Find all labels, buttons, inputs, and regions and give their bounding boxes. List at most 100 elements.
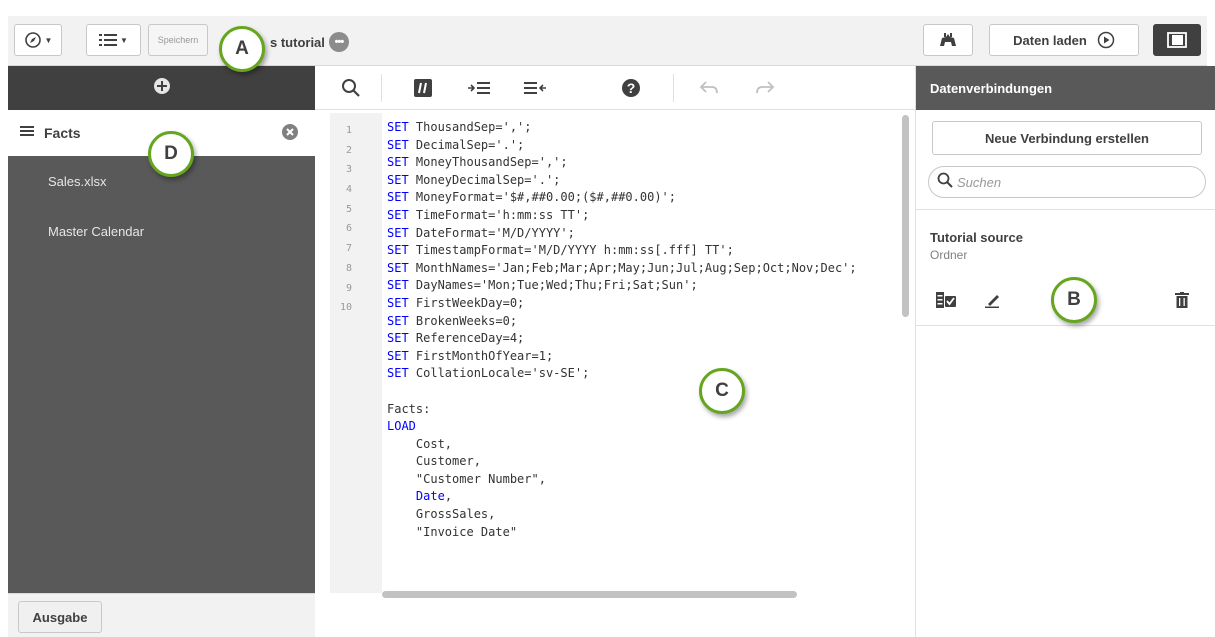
code-keyword: SET bbox=[387, 331, 409, 346]
code-line: SET DecimalSep='.'; bbox=[387, 137, 902, 155]
code-line: Cost, bbox=[387, 436, 902, 454]
redo-icon[interactable] bbox=[751, 76, 779, 100]
select-data-icon[interactable] bbox=[934, 288, 958, 312]
toolbar-divider bbox=[381, 74, 382, 102]
new-connection-button[interactable]: Neue Verbindung erstellen bbox=[932, 121, 1202, 155]
code-text: DateFormat='M/D/YYYY'; bbox=[408, 225, 575, 240]
panel-title: Datenverbindungen bbox=[916, 66, 1215, 110]
line-number: 2 bbox=[345, 144, 352, 156]
delete-connection-icon[interactable] bbox=[1170, 288, 1194, 312]
code-line: "Invoice Date" bbox=[387, 524, 902, 542]
line-number: 9 bbox=[345, 282, 352, 294]
panel-icon bbox=[1167, 32, 1187, 48]
code-line: SET MoneyDecimalSep='.'; bbox=[387, 172, 902, 190]
search-icon[interactable] bbox=[337, 76, 365, 100]
navigation-menu-button[interactable]: ▼ bbox=[14, 24, 62, 56]
load-data-label: Daten laden bbox=[1013, 32, 1087, 48]
add-section-bar bbox=[8, 66, 315, 110]
save-button[interactable]: Speichern bbox=[148, 24, 208, 56]
top-toolbar: ▼ ▼ Speichern s tutorial ••• Daten laden bbox=[8, 16, 1207, 66]
add-section-icon[interactable] bbox=[153, 77, 171, 100]
code-keyword: SET bbox=[387, 190, 409, 205]
code-text: TimestampFormat='M/D/YYYY h:mm:ss[.fff] … bbox=[408, 243, 734, 258]
edit-connection-icon[interactable] bbox=[982, 288, 1006, 312]
line-number: 6 bbox=[345, 223, 352, 235]
callout-marker-d: D bbox=[148, 131, 194, 177]
drag-handle-icon[interactable] bbox=[20, 124, 34, 142]
svg-text:?: ? bbox=[627, 80, 636, 96]
code-keyword: SET bbox=[387, 366, 409, 381]
data-connections-panel: Datenverbindungen Neue Verbindung erstel… bbox=[915, 66, 1215, 637]
line-number-gutter: 1 2 3 4 5 6 7 8 9 10 bbox=[330, 113, 382, 593]
code-text: MoneyDecimalSep='.'; bbox=[408, 172, 561, 187]
vertical-scrollbar[interactable] bbox=[900, 113, 910, 593]
code-line: SET TimeFormat='h:mm:ss TT'; bbox=[387, 207, 902, 225]
code-text: "Invoice Date" bbox=[387, 524, 518, 539]
code-line: Date, bbox=[387, 488, 902, 506]
help-icon[interactable]: ? bbox=[617, 76, 645, 100]
toggle-panel-button[interactable] bbox=[1153, 24, 1201, 56]
load-data-button[interactable]: Daten laden bbox=[989, 24, 1139, 56]
code-text: , bbox=[444, 489, 453, 504]
list-icon bbox=[99, 33, 118, 47]
code-text: DayNames='Mon;Tue;Wed;Thu;Fri;Sat;Sun'; bbox=[408, 278, 698, 293]
code-text: CollationLocale='sv-SE'; bbox=[408, 366, 590, 381]
line-number: 1 bbox=[345, 125, 352, 136]
code-line: LOAD bbox=[387, 418, 902, 436]
section-tab-label: Facts bbox=[44, 125, 81, 141]
code-line: SET FirstMonthOfYear=1; bbox=[387, 348, 902, 366]
debug-button[interactable] bbox=[923, 24, 973, 56]
section-item[interactable]: Master Calendar bbox=[8, 206, 315, 256]
list-menu-button[interactable]: ▼ bbox=[86, 24, 141, 56]
code-text: Facts: bbox=[387, 401, 431, 416]
code-line: SET CollationLocale='sv-SE'; bbox=[387, 365, 902, 383]
code-text: MoneyThousandSep=','; bbox=[408, 155, 568, 170]
code-keyword: SET bbox=[387, 155, 409, 170]
indent-icon[interactable] bbox=[465, 76, 493, 100]
code-keyword: Date bbox=[415, 489, 445, 504]
more-options-icon[interactable]: ••• bbox=[328, 32, 349, 52]
caret-down-icon: ▼ bbox=[44, 35, 53, 45]
code-keyword: SET bbox=[387, 225, 409, 240]
code-keyword: SET bbox=[387, 260, 409, 275]
code-text: MoneyFormat='$#,##0.00;($#,##0.00)'; bbox=[408, 190, 676, 205]
callout-marker-a: A bbox=[219, 26, 265, 72]
output-button[interactable]: Ausgabe bbox=[18, 601, 102, 633]
outdent-icon[interactable] bbox=[521, 76, 549, 100]
horizontal-scroll-thumb[interactable] bbox=[382, 591, 797, 598]
code-text: MonthNames='Jan;Feb;Mar;Apr;May;Jun;Jul;… bbox=[408, 260, 857, 275]
search-input[interactable] bbox=[957, 174, 1177, 190]
app-title: s tutorial ••• bbox=[270, 32, 349, 52]
code-line: SET BrokenWeeks=0; bbox=[387, 313, 902, 331]
toolbar-divider bbox=[673, 74, 674, 102]
code-line: SET MoneyThousandSep=','; bbox=[387, 154, 902, 172]
undo-icon[interactable] bbox=[695, 76, 723, 100]
comment-icon[interactable] bbox=[409, 76, 437, 100]
editor-toolbar: ? bbox=[315, 66, 915, 110]
line-number: 10 bbox=[339, 302, 352, 314]
code-line: SET DateFormat='M/D/YYYY'; bbox=[387, 225, 902, 243]
code-text: TimeFormat='h:mm:ss TT'; bbox=[408, 207, 590, 222]
divider bbox=[916, 209, 1215, 210]
line-number: 3 bbox=[345, 164, 352, 176]
code-line: SET FirstWeekDay=0; bbox=[387, 295, 902, 313]
code-line: Facts: bbox=[387, 401, 902, 419]
code-keyword: SET bbox=[387, 243, 409, 258]
code-keyword: SET bbox=[387, 137, 409, 152]
data-load-editor: ▼ ▼ Speichern s tutorial ••• Daten laden bbox=[0, 0, 1215, 637]
script-editor[interactable]: SET ThousandSep=','; SET DecimalSep='.'; S… bbox=[387, 119, 902, 593]
close-section-icon[interactable] bbox=[281, 123, 299, 146]
bug-icon bbox=[937, 32, 959, 48]
code-line: SET ThousandSep=','; bbox=[387, 119, 902, 137]
connection-name[interactable]: Tutorial source bbox=[930, 230, 1023, 245]
vertical-scroll-thumb[interactable] bbox=[902, 115, 909, 317]
search-icon bbox=[937, 172, 953, 193]
output-bar: Ausgabe bbox=[8, 593, 315, 637]
code-keyword: SET bbox=[387, 348, 409, 363]
play-circle-icon bbox=[1097, 31, 1115, 49]
code-line: SET MonthNames='Jan;Feb;Mar;Apr;May;Jun;… bbox=[387, 260, 902, 278]
code-text: GrossSales, bbox=[387, 507, 496, 522]
connection-search[interactable] bbox=[928, 166, 1206, 198]
line-number: 7 bbox=[345, 243, 352, 255]
